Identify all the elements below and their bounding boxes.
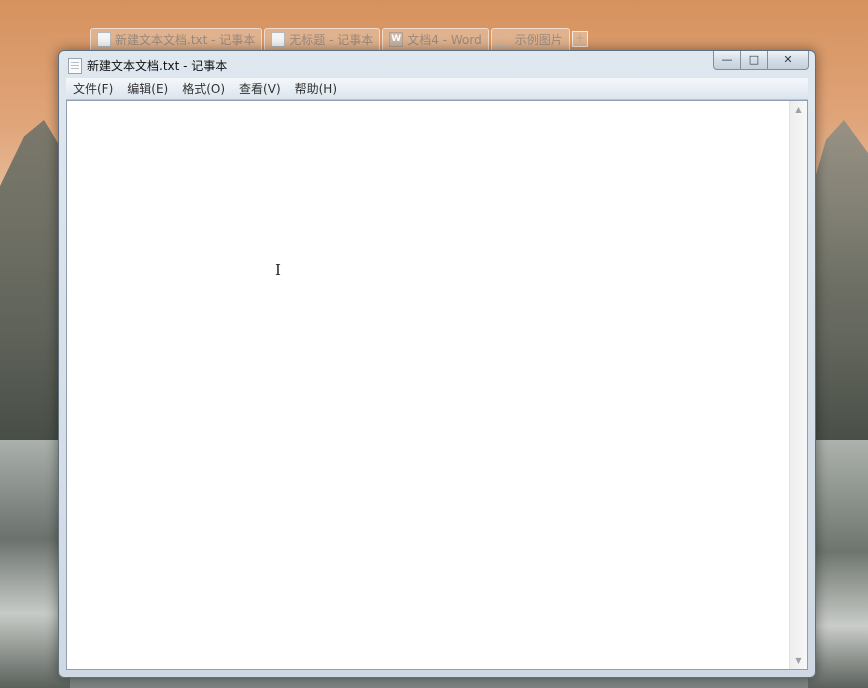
background-water-right [808, 440, 868, 688]
title-bar[interactable]: 新建文本文档.txt - 记事本 — □ ✕ [59, 51, 815, 78]
picture-icon [495, 32, 514, 47]
notepad-icon [271, 32, 286, 47]
close-button[interactable]: ✕ [768, 51, 809, 70]
vertical-scrollbar[interactable]: ▲ ▼ [789, 101, 807, 669]
window-title: 新建文本文档.txt - 记事本 [87, 59, 228, 73]
tab-word-document4[interactable]: W 文档4 - Word [382, 28, 489, 50]
notepad-window: 新建文本文档.txt - 记事本 — □ ✕ 文件(F) 编辑(E) 格式(O)… [58, 50, 816, 678]
tab-notepad-untitled[interactable]: 无标题 - 记事本 [264, 28, 381, 50]
word-icon: W [389, 32, 404, 47]
notepad-icon [68, 58, 82, 74]
tab-label: 新建文本文档.txt - 记事本 [115, 33, 256, 47]
tab-notepad-new-text-file[interactable]: 新建文本文档.txt - 记事本 [90, 28, 263, 50]
scroll-down-arrow-icon[interactable]: ▼ [790, 652, 807, 669]
scroll-up-arrow-icon[interactable]: ▲ [790, 101, 807, 118]
text-cursor-icon: I [275, 261, 281, 279]
text-editor: I ▲ ▼ [66, 100, 808, 670]
taskbar-tab-strip: 新建文本文档.txt - 记事本 无标题 - 记事本 W 文档4 - Word … [90, 28, 588, 50]
tab-label: 无标题 - 记事本 [289, 33, 374, 47]
tab-sample-pictures[interactable]: 示例图片 [490, 28, 570, 50]
text-area[interactable] [67, 101, 789, 669]
maximize-button[interactable]: □ [740, 51, 768, 70]
menu-edit[interactable]: 编辑(E) [120, 80, 175, 97]
notepad-icon [97, 32, 111, 47]
menu-view[interactable]: 查看(V) [232, 80, 288, 97]
caption-buttons: — □ ✕ [713, 51, 809, 70]
background-mountain-right [808, 120, 868, 450]
menu-file[interactable]: 文件(F) [66, 80, 120, 97]
minimize-button[interactable]: — [713, 51, 740, 70]
menu-help[interactable]: 帮助(H) [288, 80, 344, 97]
tab-label: 文档4 - Word [407, 33, 482, 47]
menu-format[interactable]: 格式(O) [175, 80, 232, 97]
add-tab-button[interactable]: + [571, 31, 588, 47]
menu-bar: 文件(F) 编辑(E) 格式(O) 查看(V) 帮助(H) [66, 78, 808, 100]
tab-label: 示例图片 [514, 33, 563, 47]
